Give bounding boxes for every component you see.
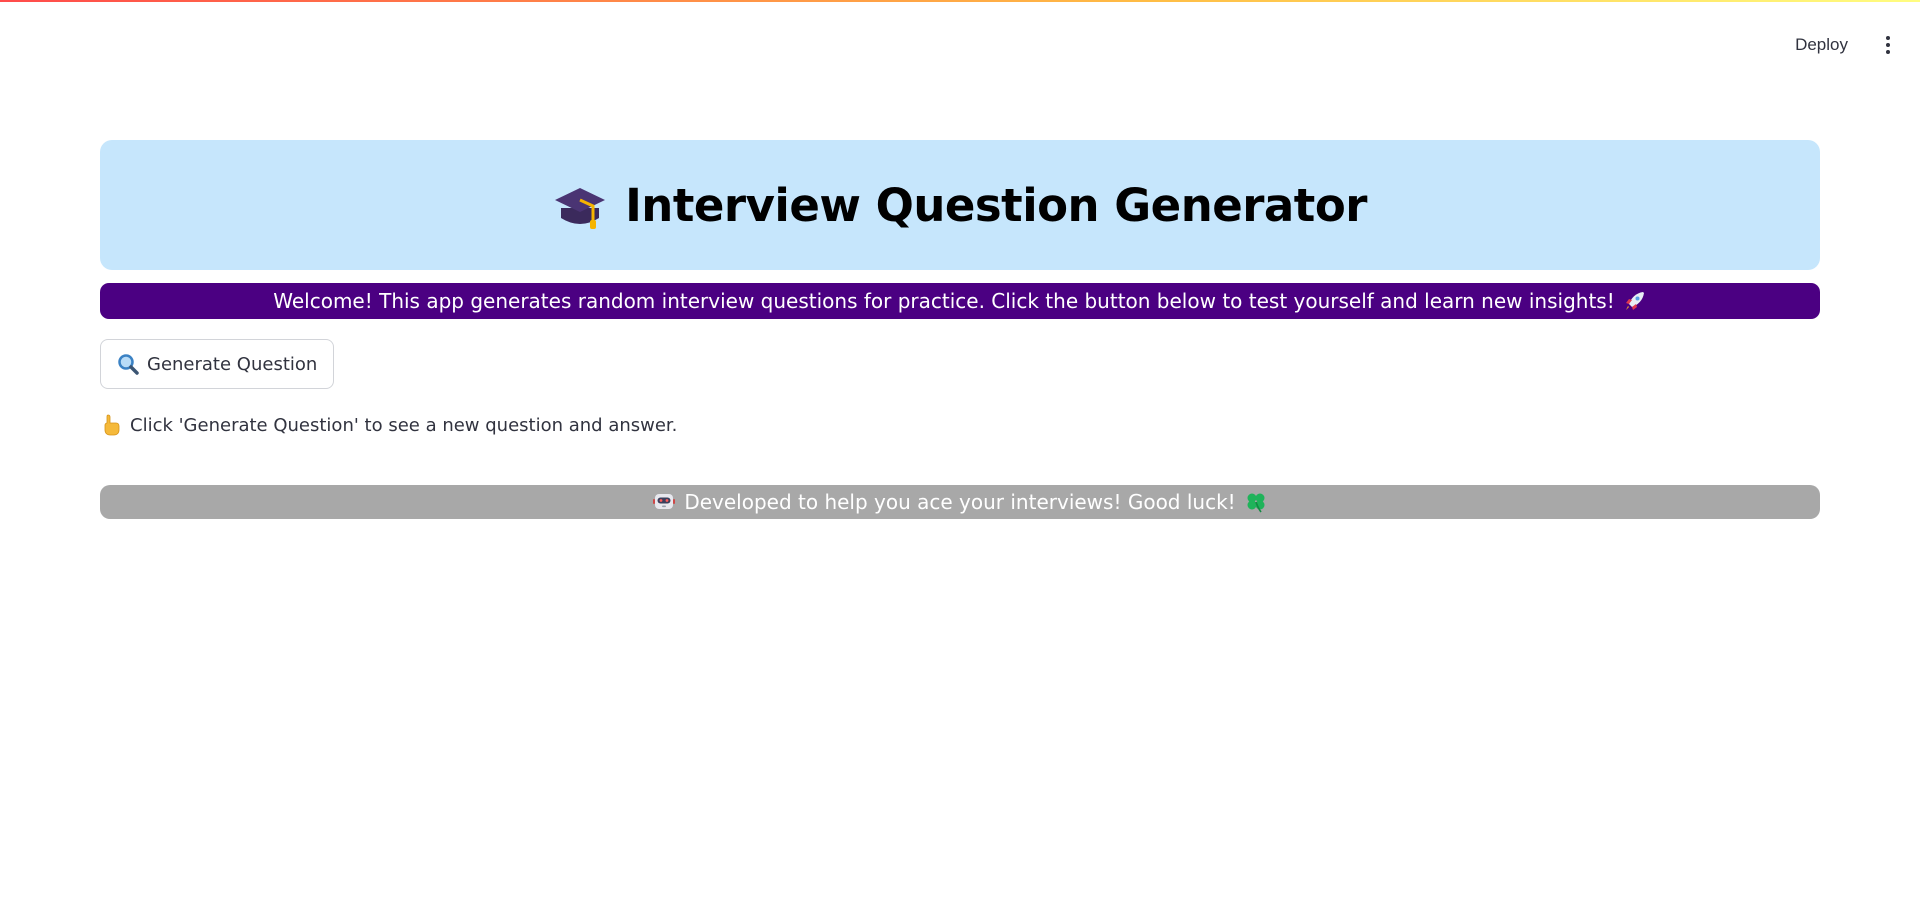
top-toolbar: Deploy xyxy=(1795,30,1920,60)
welcome-text: Welcome! This app generates random inter… xyxy=(273,289,1615,313)
graduation-cap-icon xyxy=(553,180,607,230)
generate-question-button[interactable]: Generate Question xyxy=(100,339,335,389)
footer-text: Developed to help you ace your interview… xyxy=(684,490,1236,514)
more-vertical-icon[interactable] xyxy=(1878,30,1898,60)
robot-icon xyxy=(652,490,676,514)
page-title-row: Interview Question Generator xyxy=(553,179,1367,232)
hint-line: Click 'Generate Question' to see a new q… xyxy=(100,413,1820,437)
menu-dot xyxy=(1886,36,1890,40)
deploy-button[interactable]: Deploy xyxy=(1795,35,1848,55)
page-title: Interview Question Generator xyxy=(625,178,1367,232)
pointing-hand-icon xyxy=(100,413,124,437)
rocket-icon xyxy=(1623,289,1647,313)
menu-dot xyxy=(1886,43,1890,47)
search-icon xyxy=(117,353,139,375)
header-box: Interview Question Generator xyxy=(100,140,1820,270)
main-content: Interview Question Generator Welcome! Th… xyxy=(100,140,1820,519)
hint-text: Click 'Generate Question' to see a new q… xyxy=(130,414,678,436)
menu-dot xyxy=(1886,50,1890,54)
four-leaf-clover-icon xyxy=(1244,490,1268,514)
top-decoration-bar xyxy=(0,0,1920,2)
footer-banner: Developed to help you ace your interview… xyxy=(100,485,1820,519)
generate-question-label: Generate Question xyxy=(147,353,318,375)
welcome-banner: Welcome! This app generates random inter… xyxy=(100,283,1820,319)
